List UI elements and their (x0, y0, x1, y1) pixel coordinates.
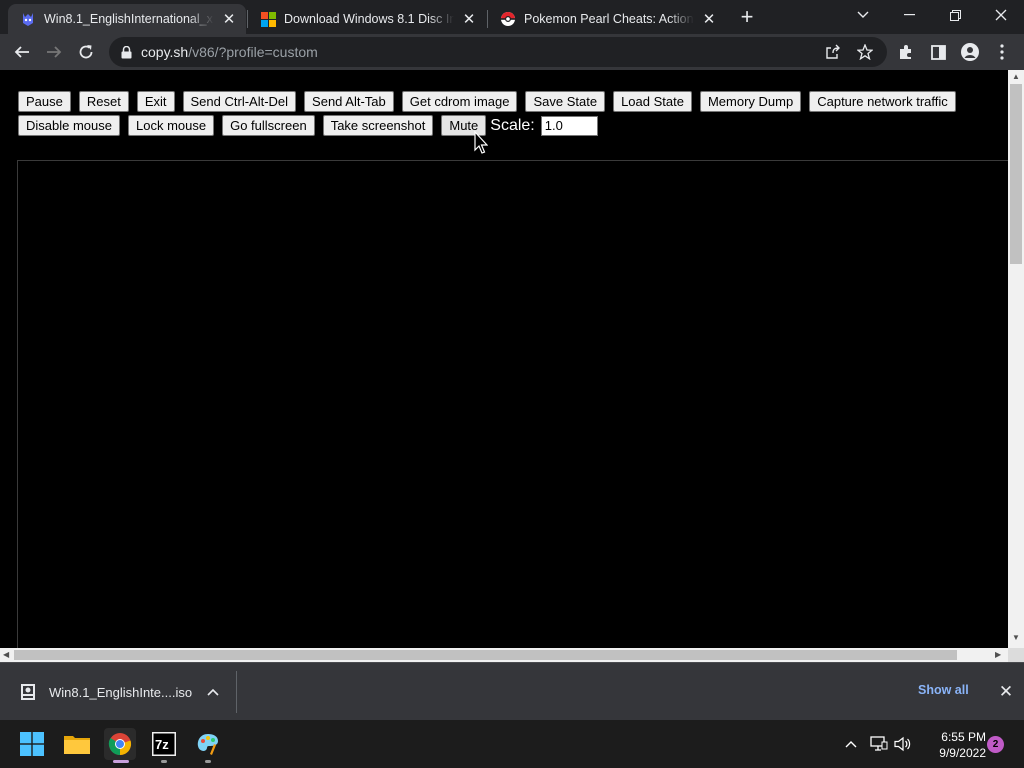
chrome-menu-icon[interactable] (992, 42, 1012, 62)
volume-icon[interactable] (893, 734, 913, 754)
disable-mouse-button[interactable]: Disable mouse (18, 115, 120, 136)
lock-mouse-button[interactable]: Lock mouse (128, 115, 215, 136)
memory-dump-button[interactable]: Memory Dump (699, 91, 802, 112)
tab-strip: Win8.1_EnglishInternational_x32.iso ✕ Do… (0, 0, 1024, 34)
download-filename: Win8.1_EnglishInte....iso (49, 684, 193, 700)
show-hidden-icons-chevron-icon[interactable] (841, 734, 861, 754)
tab-title: Download Windows 8.1 Disc Image (284, 12, 454, 26)
extensions-icon[interactable] (896, 42, 916, 62)
tab-close-icon[interactable]: ✕ (458, 8, 480, 30)
emulator-controls-row-1: Pause Reset Exit Send Ctrl-Alt-Del Send … (18, 91, 964, 112)
clock-time: 6:55 PM (941, 730, 986, 744)
lock-icon[interactable] (119, 45, 133, 59)
clock-date: 9/9/2022 (939, 746, 986, 760)
reset-button[interactable]: Reset (78, 91, 129, 112)
scroll-down-arrow-icon[interactable]: ▼ (1012, 634, 1020, 642)
scrollbar-corner (1008, 648, 1024, 662)
share-icon[interactable] (825, 44, 841, 60)
notification-count-badge[interactable]: 2 (987, 736, 1004, 753)
send-alt-tab-button[interactable]: Send Alt-Tab (304, 91, 394, 112)
windows-taskbar: 7z 6:55 PM 9/9/2022 (0, 720, 1024, 768)
browser-toolbar: copy.sh/v86/?profile=custom (0, 34, 1024, 70)
side-panel-icon[interactable] (928, 42, 948, 62)
tab-title: Pokemon Pearl Cheats: Action Replay (524, 12, 694, 26)
svg-text:7z: 7z (155, 737, 169, 752)
emulator-screen[interactable] (17, 160, 1008, 648)
show-all-link[interactable]: Show all (918, 683, 969, 697)
chevron-up-icon[interactable] (204, 683, 222, 701)
minimize-icon[interactable] (886, 0, 932, 30)
download-separator (236, 671, 237, 713)
exit-button[interactable]: Exit (136, 91, 175, 112)
paint-icon[interactable] (192, 728, 224, 760)
close-window-icon[interactable] (978, 0, 1024, 30)
restore-icon[interactable] (932, 0, 978, 30)
reload-icon[interactable] (72, 38, 100, 66)
tab-download-windows[interactable]: Download Windows 8.1 Disc Image ✕ (248, 4, 486, 34)
go-fullscreen-button[interactable]: Go fullscreen (222, 115, 315, 136)
network-icon[interactable] (869, 734, 889, 754)
url-path: /v86/?profile=custom (188, 44, 318, 60)
scale-input[interactable] (540, 115, 598, 136)
scale-label: Scale: (490, 116, 535, 134)
chrome-icon[interactable] (104, 728, 136, 760)
tab-search-icon[interactable] (840, 0, 886, 30)
forward-icon[interactable] (40, 38, 68, 66)
vertical-scroll-thumb[interactable] (1010, 84, 1022, 264)
take-screenshot-button[interactable]: Take screenshot (322, 115, 434, 136)
tab-win81-iso[interactable]: Win8.1_EnglishInternational_x32.iso ✕ (8, 4, 246, 34)
new-tab-icon[interactable]: + (734, 4, 760, 30)
chrome-running-indicator (113, 760, 129, 763)
mouse-cursor-icon (474, 131, 488, 154)
profile-avatar-icon[interactable] (960, 42, 980, 62)
7zip-running-indicator (161, 760, 167, 763)
send-ctrl-alt-del-button[interactable]: Send Ctrl-Alt-Del (182, 91, 297, 112)
emulator-controls-row-2: Disable mouse Lock mouse Go fullscreen T… (18, 115, 598, 136)
load-state-button[interactable]: Load State (613, 91, 692, 112)
microsoft-logo-icon (260, 11, 276, 27)
iso-file-icon (21, 684, 35, 700)
tab-close-icon[interactable]: ✕ (218, 8, 240, 30)
download-item[interactable]: Win8.1_EnglishInte....iso (0, 663, 236, 721)
address-bar[interactable]: copy.sh/v86/?profile=custom (109, 37, 887, 67)
scroll-right-arrow-icon[interactable]: ▶ (995, 651, 1001, 659)
close-download-bar-icon[interactable]: ✕ (996, 682, 1016, 702)
7zip-icon[interactable]: 7z (148, 728, 180, 760)
v86-page: Pause Reset Exit Send Ctrl-Alt-Del Send … (0, 70, 1008, 648)
bookmark-star-icon[interactable] (857, 44, 873, 60)
scroll-left-arrow-icon[interactable]: ◀ (3, 651, 9, 659)
save-state-button[interactable]: Save State (525, 91, 606, 112)
horizontal-scrollbar[interactable]: ◀ ▶ (0, 648, 1008, 662)
back-icon[interactable] (8, 38, 36, 66)
get-cdrom-image-button[interactable]: Get cdrom image (401, 91, 518, 112)
download-bar: Win8.1_EnglishInte....iso Show all ✕ (0, 662, 1024, 720)
taskbar-clock[interactable]: 6:55 PM 9/9/2022 (920, 729, 986, 761)
capture-network-traffic-button[interactable]: Capture network traffic (809, 91, 956, 112)
tab-title: Win8.1_EnglishInternational_x32.iso (44, 12, 214, 26)
pause-button[interactable]: Pause (18, 91, 71, 112)
url-host: copy.sh (141, 44, 189, 60)
paint-running-indicator (205, 760, 211, 763)
file-explorer-icon[interactable] (61, 728, 93, 760)
scroll-up-arrow-icon[interactable]: ▲ (1012, 73, 1020, 81)
pokeball-icon (500, 11, 516, 27)
tab-pokemon-cheats[interactable]: Pokemon Pearl Cheats: Action Replay ✕ (488, 4, 726, 34)
v86-favicon-icon (20, 11, 36, 27)
url-text: copy.sh/v86/?profile=custom (141, 44, 318, 60)
tab-close-icon[interactable]: ✕ (698, 8, 720, 30)
vertical-scrollbar[interactable]: ▲ ▼ (1008, 70, 1024, 648)
horizontal-scroll-thumb[interactable] (14, 650, 957, 660)
windows-start-icon[interactable] (16, 728, 48, 760)
